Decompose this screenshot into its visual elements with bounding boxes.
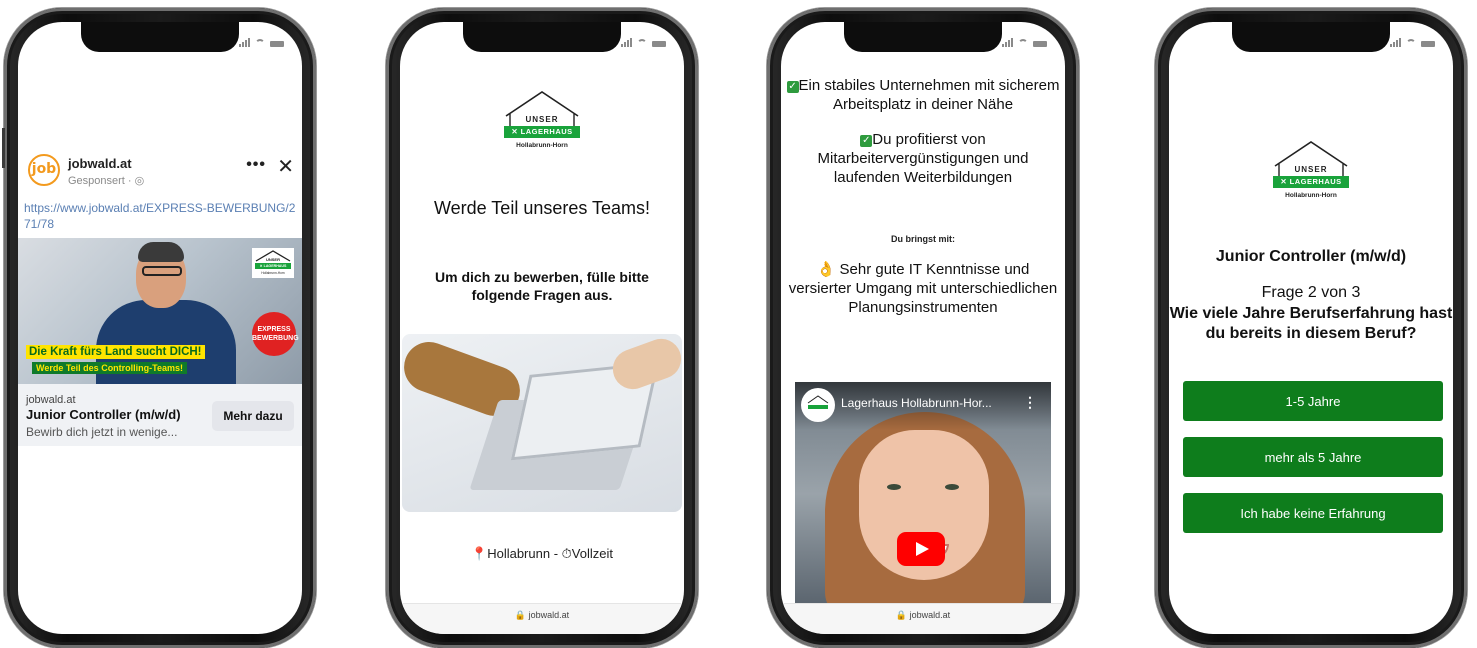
requirement-item: 👌 Sehr gute IT Kenntnisse und versierter… — [788, 261, 1058, 316]
instruction-text: Um dich zu bewerben, fülle bitte folgend… — [435, 269, 649, 303]
question-text: Wie viele Jahre Berufserfahrung hast du … — [1169, 305, 1453, 342]
status-bar — [239, 38, 284, 47]
ad-footer[interactable]: jobwald.at Junior Controller (m/w/d) Bew… — [18, 384, 302, 446]
status-bar — [1002, 38, 1047, 47]
mehr-dazu-button[interactable]: Mehr dazu — [212, 401, 294, 431]
signal-icon — [239, 38, 250, 47]
notch — [1232, 22, 1390, 52]
sponsored-label: Gesponsert · ◎ — [68, 175, 145, 187]
close-icon[interactable]: ✕ — [277, 154, 294, 179]
benefit-item: ✓ Du profitierst von Mitarbeitervergünsti… — [817, 131, 1029, 186]
screen: job jobwald.at Gesponsert · ◎ ••• ✕ http… — [18, 22, 302, 634]
more-vert-icon[interactable]: ⋮ — [1023, 394, 1037, 411]
ad-image[interactable]: UNSER ✕ LAGERHAUS Hollabrunn-Horn EXPRES… — [18, 238, 302, 384]
location-text: Hollabrunn - — [487, 546, 562, 561]
employment-type: Vollzeit — [571, 546, 613, 561]
requirements-heading: Du bringst mit: — [891, 234, 955, 244]
battery-icon — [1421, 41, 1435, 47]
notch — [81, 22, 239, 52]
stopwatch-icon: ⏱ — [561, 546, 572, 561]
channel-avatar[interactable] — [801, 388, 835, 422]
job-title: Junior Controller (m/w/d) — [1215, 248, 1407, 265]
pin-icon: 📍 — [471, 546, 488, 561]
lagerhaus-logo-small: UNSER ✕ LAGERHAUS Hollabrunn-Horn — [252, 248, 294, 278]
option-button-1-5-years[interactable]: 1-5 Jahre — [1183, 381, 1443, 421]
play-icon[interactable] — [897, 532, 945, 566]
express-badge: EXPRESS BEWERBUNG — [252, 312, 299, 356]
status-bar — [621, 38, 666, 47]
phone-frame-intro: UNSER ✕ LAGERHAUS Hollabrunn-Horn Werde … — [386, 8, 698, 648]
ok-hand-icon: 👌 — [816, 261, 836, 278]
lagerhaus-logo: UNSER ✕ LAGERHAUS Hollabrunn-Horn — [1269, 140, 1353, 206]
battery-icon — [652, 41, 666, 47]
page-title: Werde Teil unseres Teams! — [433, 198, 651, 218]
screen: ✓ Ein stabiles Unternehmen mit sicherem A… — [781, 22, 1065, 634]
notch — [844, 22, 1002, 52]
browser-url-bar[interactable]: 🔒 jobwald.at — [400, 603, 684, 634]
wifi-icon — [255, 39, 265, 47]
lagerhaus-logo: UNSER ✕ LAGERHAUS Hollabrunn-Horn — [500, 90, 584, 156]
phone-frame-benefits: ✓ Ein stabiles Unternehmen mit sicherem A… — [767, 8, 1079, 648]
battery-icon — [1033, 41, 1047, 47]
checkmark-icon: ✓ — [860, 135, 873, 147]
ad-link[interactable]: https://www.jobwald.at/EXPRESS-BEWERBUNG… — [24, 200, 296, 232]
question-progress: Frage 2 von 3 — [1261, 284, 1361, 301]
more-options-icon[interactable]: ••• — [246, 156, 266, 174]
status-bar — [1390, 38, 1435, 47]
option-button-no-experience[interactable]: Ich habe keine Erfahrung — [1183, 493, 1443, 533]
job-title: Junior Controller (m/w/d) — [26, 407, 181, 422]
battery-icon — [270, 41, 284, 47]
signal-icon — [621, 38, 632, 47]
location-line: 📍Hollabrunn - ⏱Vollzeit — [400, 546, 684, 562]
wifi-icon — [637, 39, 647, 47]
phone-frame-question: UNSER ✕ LAGERHAUS Hollabrunn-Horn Junior… — [1155, 8, 1467, 648]
option-button-more-than-5-years[interactable]: mehr als 5 Jahre — [1183, 437, 1443, 477]
screen: UNSER ✕ LAGERHAUS Hollabrunn-Horn Werde … — [400, 22, 684, 634]
signal-icon — [1002, 38, 1013, 47]
checkmark-icon: ✓ — [786, 81, 799, 93]
ad-description: Bewirb dich jetzt in wenige... — [26, 425, 178, 439]
signal-icon — [1390, 38, 1401, 47]
phone-frame-facebook-ad: job jobwald.at Gesponsert · ◎ ••• ✕ http… — [2, 8, 316, 648]
ad-headline: Die Kraft fürs Land sucht DICH! — [26, 345, 205, 359]
youtube-video-player[interactable]: Lagerhaus Hollabrunn-Hor... ⋮ — [795, 382, 1051, 606]
benefit-item: ✓ Ein stabiles Unternehmen mit sicherem A… — [786, 77, 1060, 113]
site-name: jobwald.at — [26, 394, 76, 406]
wifi-icon — [1018, 39, 1028, 47]
office-photo — [402, 334, 682, 512]
glasses-shape — [142, 266, 182, 276]
ad-header: job jobwald.at Gesponsert · ◎ ••• ✕ — [26, 154, 294, 202]
video-title[interactable]: Lagerhaus Hollabrunn-Hor... — [841, 396, 992, 410]
jobwald-logo[interactable]: job — [28, 154, 60, 186]
page-name[interactable]: jobwald.at — [68, 156, 132, 171]
ad-subline: Werde Teil des Controlling-Teams! — [32, 362, 188, 374]
notch — [463, 22, 621, 52]
browser-url-bar[interactable]: 🔒 jobwald.at — [781, 603, 1065, 634]
screen: UNSER ✕ LAGERHAUS Hollabrunn-Horn Junior… — [1169, 22, 1453, 634]
wifi-icon — [1406, 39, 1416, 47]
